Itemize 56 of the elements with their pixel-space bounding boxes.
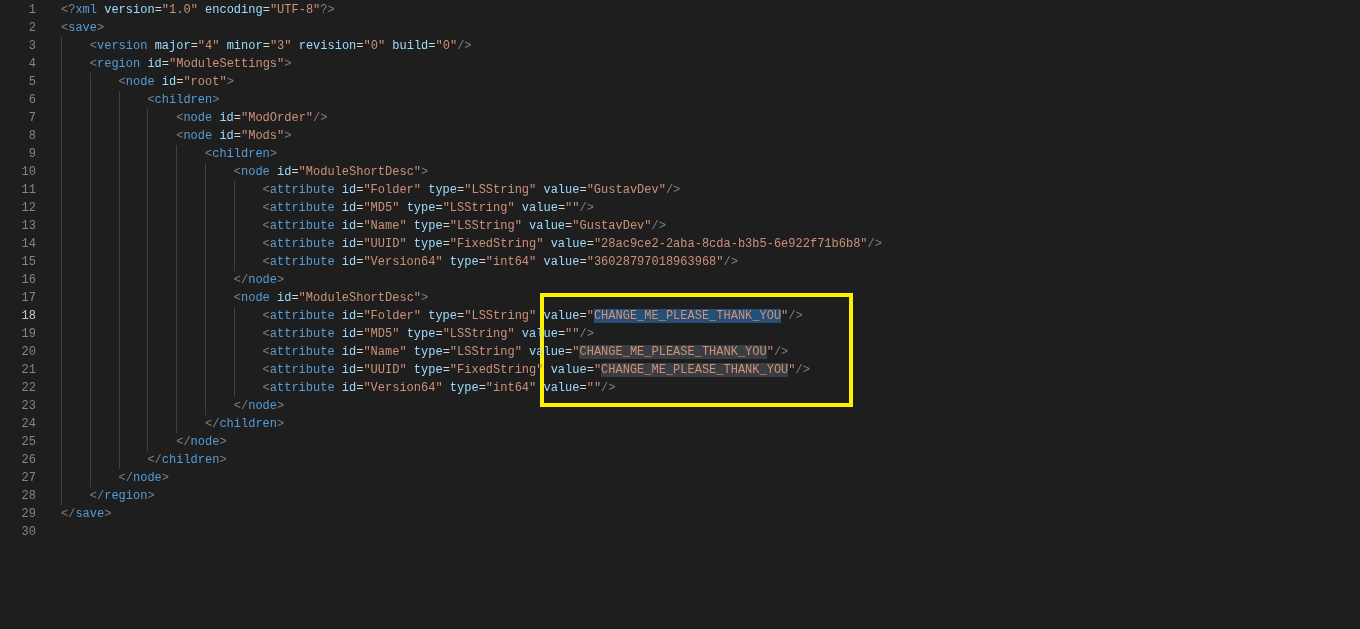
- line-number: 23: [20, 398, 36, 415]
- line-number: 7: [27, 110, 36, 127]
- code-line: <node id="root">: [118, 74, 234, 91]
- code-line: </node>: [118, 470, 169, 487]
- code-line: <children>: [205, 146, 277, 163]
- line-number: 28: [20, 488, 36, 505]
- line-number: 20: [20, 344, 36, 361]
- line-number: 29: [20, 506, 36, 523]
- line-number: 17: [20, 290, 36, 307]
- code-line: </node>: [176, 434, 227, 451]
- line-number: 9: [27, 146, 36, 163]
- code-line: <version major="4" minor="3" revision="0" build="0"/>: [89, 38, 472, 55]
- line-number: 14: [20, 236, 36, 253]
- code-line: </region>: [89, 488, 155, 505]
- code-line: </node>: [233, 398, 285, 415]
- line-number: 4: [27, 56, 36, 73]
- code-line: <children>: [147, 92, 220, 109]
- code-line: <region id="ModuleSettings">: [89, 56, 292, 73]
- line-number: 3: [27, 38, 36, 55]
- line-number: 22: [20, 380, 36, 397]
- line-number: 5: [27, 74, 36, 91]
- code-line: </children>: [147, 452, 227, 469]
- code-line: </node>: [233, 272, 285, 289]
- line-number: 21: [20, 362, 36, 379]
- code-line: <?xml version="1.0" encoding="UTF-8"?>: [61, 2, 335, 19]
- line-number: 16: [20, 272, 36, 289]
- line-number: 30: [20, 524, 36, 541]
- line-number: 25: [20, 434, 36, 451]
- code-line: <attribute id="Name" type="LSString" value="GustavDev"/>: [262, 218, 666, 235]
- code-line: </save>: [61, 506, 112, 523]
- line-number: 27: [20, 470, 36, 487]
- code-line: <attribute id="Version64" type="int64" value=""/>: [262, 380, 616, 397]
- line-number: 13: [20, 218, 36, 235]
- code-line: <attribute id="Folder" type="LSString" value="CHANGE_ME_PLEASE_THANK_YOU"/>: [262, 308, 803, 325]
- code-line: </children>: [205, 416, 285, 433]
- line-number: 12: [20, 200, 36, 217]
- line-number: 24: [20, 416, 36, 433]
- code-line: <attribute id="Version64" type="int64" value="36028797018963968"/>: [262, 254, 738, 271]
- line-number: 19: [20, 326, 36, 343]
- code-line: <save>: [61, 20, 105, 37]
- code-line: <attribute id="UUID" type="FixedString" value="28ac9ce2-2aba-8cda-b3b5-6e922f71b6b8"/>: [262, 236, 882, 253]
- code-line: <node id="ModuleShortDesc">: [233, 290, 429, 307]
- line-number: 15: [20, 254, 36, 271]
- line-number: 11: [20, 182, 36, 199]
- line-number: 18: [20, 308, 36, 325]
- line-number: 10: [20, 164, 36, 181]
- line-number: 6: [27, 92, 36, 109]
- code-line: <node id="ModOrder"/>: [176, 110, 328, 127]
- line-number: 8: [27, 128, 36, 145]
- code-line: <attribute id="MD5" type="LSString" value=""/>: [262, 200, 594, 217]
- code-line: <attribute id="Folder" type="LSString" value="GustavDev"/>: [262, 182, 681, 199]
- line-number: 2: [27, 20, 36, 37]
- line-number: 26: [20, 452, 36, 469]
- code-line: <node id="ModuleShortDesc">: [233, 164, 429, 181]
- line-number: 1: [27, 2, 36, 19]
- code-line: <node id="Mods">: [176, 128, 292, 145]
